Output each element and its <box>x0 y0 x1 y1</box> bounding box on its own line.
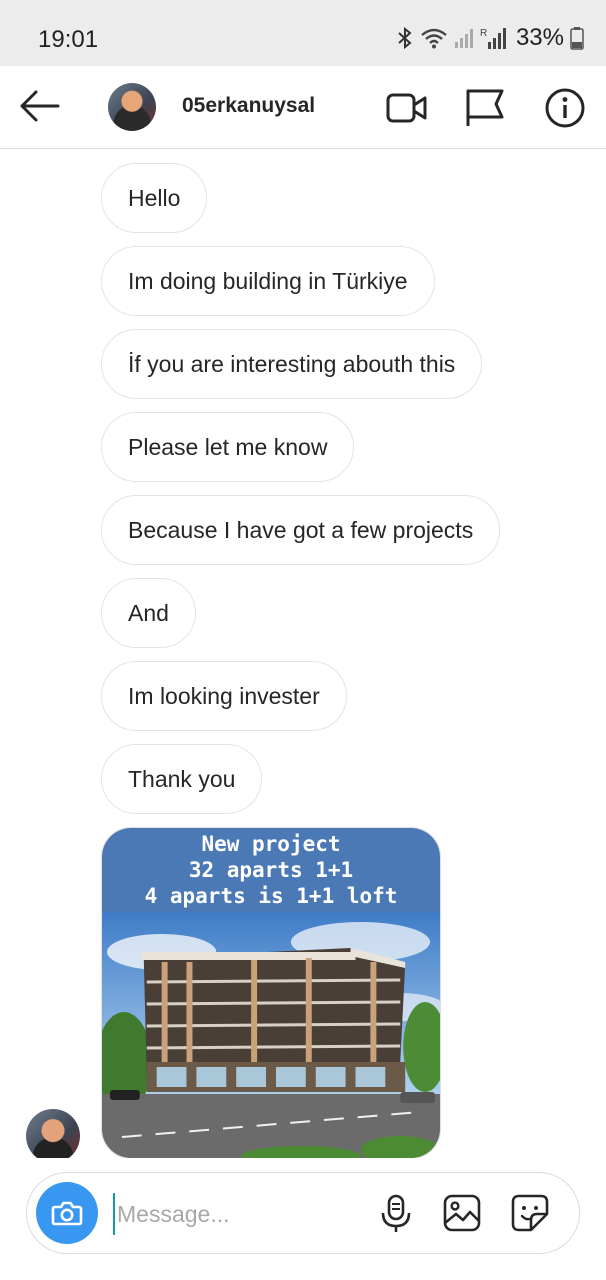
wifi-icon <box>421 28 447 49</box>
signal-icon <box>454 29 473 48</box>
microphone-icon[interactable] <box>375 1192 417 1234</box>
status-icons: R 33% <box>396 24 584 52</box>
message-bubble[interactable]: And <box>101 578 196 648</box>
message-bubble[interactable]: Hello <box>101 163 208 233</box>
flag-icon[interactable] <box>463 86 507 130</box>
message-composer <box>26 1172 580 1254</box>
camera-button[interactable] <box>36 1182 98 1244</box>
bluetooth-icon <box>398 26 412 50</box>
username[interactable]: 05erkanuysal <box>182 94 315 118</box>
caption-line: New project <box>201 832 341 856</box>
battery-level: 33% <box>515 24 564 51</box>
conversation-header: 05erkanuysal <box>0 66 606 149</box>
status-bar: 19:01 R 33% <box>0 0 606 66</box>
composer-area <box>0 1158 606 1280</box>
gallery-icon[interactable] <box>441 1192 483 1234</box>
info-icon[interactable] <box>543 86 587 130</box>
message-bubble[interactable]: Im looking invester <box>101 661 347 731</box>
video-call-icon[interactable] <box>384 86 428 130</box>
sender-avatar[interactable] <box>26 1109 80 1163</box>
camera-icon <box>51 1201 83 1226</box>
message-bubble[interactable]: Thank you <box>101 744 263 814</box>
building-rendering-image <box>102 912 440 1158</box>
message-bubble[interactable]: Please let me know <box>101 412 355 482</box>
sticker-icon[interactable] <box>509 1192 551 1234</box>
roaming-signal-icon: R <box>480 28 506 49</box>
battery-icon <box>570 27 584 50</box>
photo-message[interactable]: New project 32 aparts 1+1 4 aparts is 1+… <box>101 827 441 1159</box>
photo-caption: New project 32 aparts 1+1 4 aparts is 1+… <box>102 828 440 912</box>
message-bubble[interactable]: Im doing building in Türkiye <box>101 246 435 316</box>
caption-line: 32 aparts 1+1 <box>188 858 354 882</box>
back-arrow-icon[interactable] <box>18 86 62 126</box>
status-time: 19:01 <box>38 26 99 53</box>
message-bubble[interactable]: İf you are interesting abouth this <box>101 329 483 399</box>
caption-line: 4 aparts is 1+1 loft <box>144 884 398 908</box>
avatar[interactable] <box>108 83 156 131</box>
message-bubble[interactable]: Because I have got a few projects <box>101 495 501 565</box>
svg-text:R: R <box>480 28 487 39</box>
message-input[interactable] <box>113 1193 369 1235</box>
